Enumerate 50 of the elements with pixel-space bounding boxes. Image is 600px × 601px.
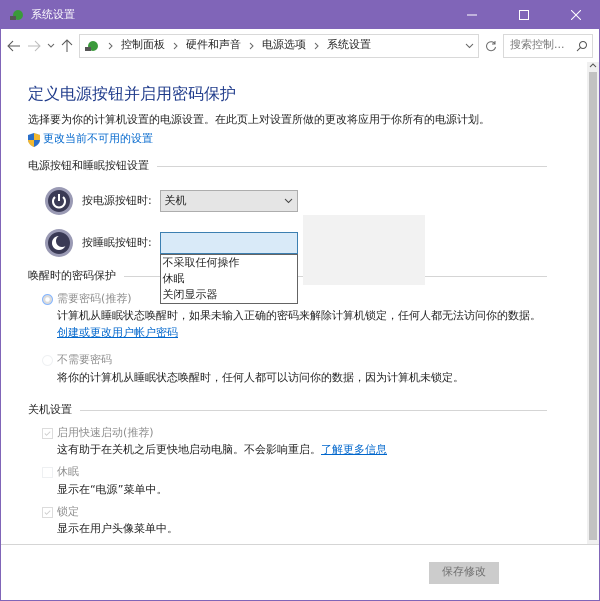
scrollbar[interactable]	[587, 62, 599, 544]
option-label: 需要密码(推荐)	[57, 290, 132, 307]
setting-label: 按电源按钮时:	[82, 193, 152, 209]
moon-icon	[44, 228, 74, 258]
search-icon	[576, 40, 588, 52]
setting-label: 按睡眠按钮时:	[82, 235, 152, 251]
option-description: 将你的计算机从睡眠状态唤醒时，任何人都可以访问你的数据，因为计算机未锁定。	[57, 370, 464, 384]
control-panel-icon	[84, 38, 100, 52]
option-label: 启用快速启动(推荐)	[57, 424, 154, 441]
breadcrumb-link[interactable]: 电源选项	[262, 37, 306, 54]
option-description: 计算机从睡眠状态唤醒时，如果未输入正确的密码来解除计算机锁定，任何人都无法访问你的数据。	[57, 309, 541, 322]
refresh-icon[interactable]	[485, 40, 497, 52]
option-label: 休眠	[57, 464, 79, 480]
chevron-icon	[249, 42, 254, 50]
dropdown-option[interactable]: 休眠	[160, 271, 297, 288]
power-icon	[44, 186, 74, 216]
section-heading: 关机设置	[28, 402, 72, 418]
breadcrumb-link[interactable]: 控制面板	[121, 37, 165, 54]
shield-icon	[28, 132, 40, 146]
chevron-icon	[314, 42, 319, 50]
app-icon	[9, 8, 25, 22]
dropdown-caret-icon[interactable]	[47, 42, 55, 48]
option-description: 这有助于在关机之后更快地启动电脑。不会影响重启。	[57, 443, 321, 456]
window-title: 系统设置	[31, 6, 76, 23]
section-heading: 唤醒时的密码保护	[28, 268, 116, 284]
dropdown-option[interactable]: 关闭显示器	[160, 287, 297, 304]
dropdown-caret-icon	[284, 198, 293, 204]
page-heading: 定义电源按钮并启用密码保护	[28, 83, 237, 105]
dropdown-select[interactable]: 关机	[160, 190, 298, 212]
option-label: 不需要密码	[57, 352, 112, 368]
chevron-icon	[108, 42, 113, 50]
scroll-up-icon	[589, 62, 597, 68]
chevron-icon	[173, 42, 178, 50]
dropdown-option[interactable]: 不采取任何操作	[160, 255, 297, 272]
breadcrumb-link[interactable]: 系统设置	[327, 37, 371, 54]
search-field[interactable]: 搜索控制...	[503, 34, 593, 58]
up-arrow-icon[interactable]	[61, 38, 73, 52]
section-heading: 电源按钮和睡眠按钮设置	[28, 158, 149, 174]
admin-settings-link[interactable]: 更改当前不可用的设置	[42, 131, 153, 148]
option-label: 锁定	[57, 504, 79, 520]
dropdown-caret-icon[interactable]	[465, 42, 474, 48]
option-description: 显示在用户头像菜单中。	[57, 522, 178, 536]
option-description: 显示在“电源”菜单中。	[57, 482, 168, 496]
close-icon	[571, 10, 581, 20]
description-text: 选择要为你的计算机设置的电源设置。在此页上对设置所做的更改将应用于你所有的电源计划。	[28, 112, 491, 128]
back-arrow-icon[interactable]	[7, 40, 21, 52]
address-bar[interactable]: 控制面板 硬件和声音 电源选项 系统设置	[79, 34, 479, 58]
breadcrumb-link[interactable]: 硬件和声音	[186, 37, 241, 54]
dropdown-select[interactable]	[160, 232, 298, 254]
maximize-icon	[519, 10, 529, 20]
